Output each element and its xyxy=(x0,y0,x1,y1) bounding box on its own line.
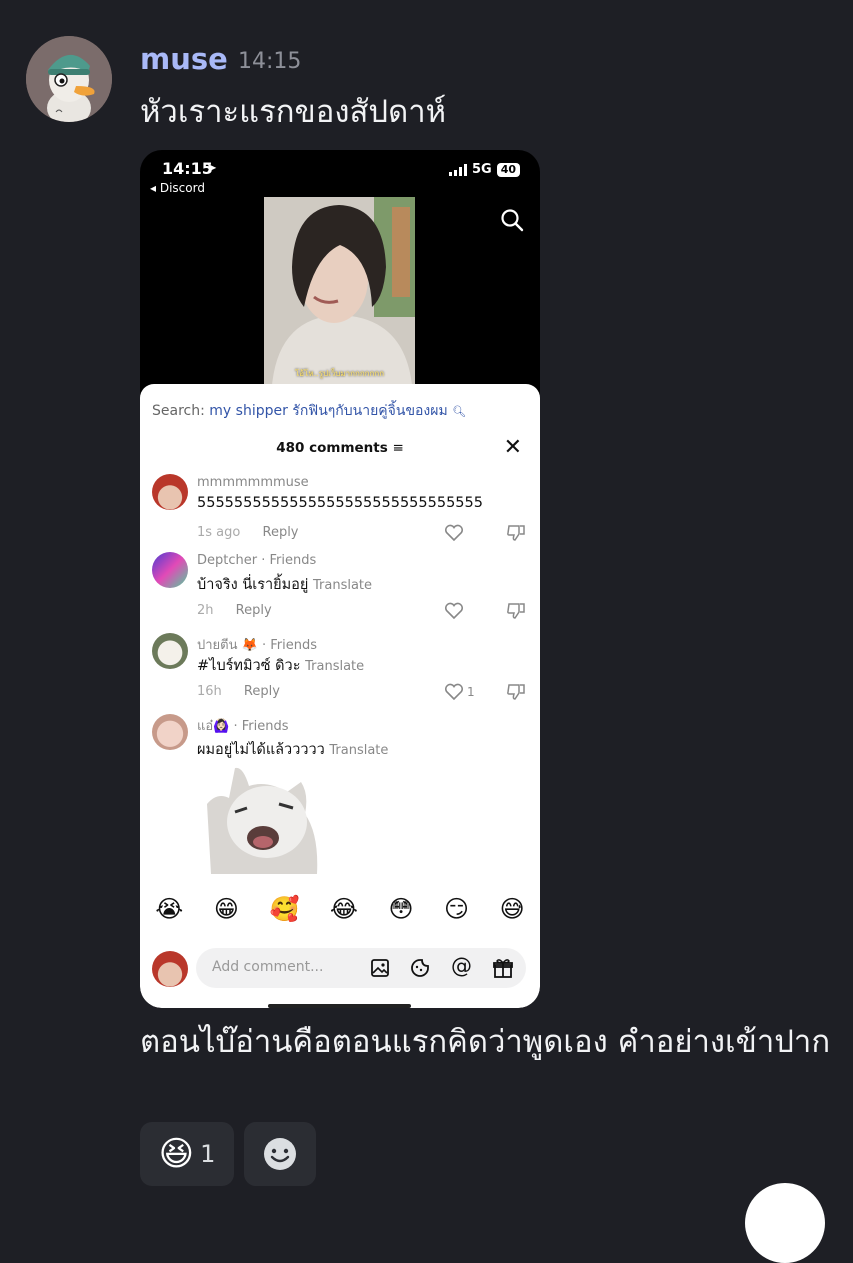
close-icon[interactable]: ✕ xyxy=(504,437,522,459)
search-label: Search: xyxy=(152,403,205,419)
heart-icon[interactable] xyxy=(444,524,464,542)
add-reaction-icon xyxy=(264,1138,296,1170)
search-suggestion[interactable]: Search: my shipper รักฟินๆกับนายคู่จิ้นข… xyxy=(152,400,466,422)
back-to-discord[interactable]: ◂ Discord xyxy=(150,181,205,195)
emoji-quick-reaction[interactable]: 😁 xyxy=(214,895,239,923)
comment-body: บ้าจริง นี่เรายิ้มอยู่ xyxy=(197,577,309,593)
comments-count: 480 comments ≡ xyxy=(140,440,540,456)
dislike-icon[interactable] xyxy=(506,524,526,542)
comment-text: บ้าจริง นี่เรายิ้มอยู่ Translate xyxy=(197,573,372,596)
commenter-name[interactable]: Deptcher · Friends xyxy=(197,553,316,568)
message-text: หัวเราะแรกของสัปดาห์ xyxy=(140,94,447,130)
my-avatar xyxy=(152,951,188,987)
reply-button[interactable]: Reply xyxy=(263,525,299,540)
user-avatar[interactable] xyxy=(26,36,112,122)
emoji-quick-reaction[interactable]: 😏 xyxy=(444,895,469,923)
emoji-quick-reaction[interactable]: 😭 xyxy=(155,895,183,923)
comment-item: ปายตีน 🦊 · Friends #ไบร์ทมิวซ์ ดิวะ Tran… xyxy=(152,633,528,703)
translate-link[interactable]: Translate xyxy=(305,659,364,674)
emoji-quick-reaction[interactable]: 😳 xyxy=(388,895,413,923)
comment-item: แอ๋🙆🏻‍♀️ · Friends ผมอยู่ไม่ได้แล้ววววว … xyxy=(152,714,528,894)
comment-text: #ไบร์ทมิวซ์ ดิวะ Translate xyxy=(197,654,364,677)
dislike-icon[interactable] xyxy=(506,683,526,701)
comments-sheet: Search: my shipper รักฟินๆกับนายคู่จิ้นข… xyxy=(140,384,540,1008)
translate-link[interactable]: Translate xyxy=(313,578,372,593)
commenter-avatar[interactable] xyxy=(152,474,188,510)
video-thumbnail[interactable]: โอ้โห..รูปเว็บมากกกกกกก xyxy=(264,197,415,385)
network-label: 5G xyxy=(471,162,492,177)
location-arrow-icon: ➤ xyxy=(206,161,217,176)
comment-sticker-image[interactable] xyxy=(197,764,321,876)
heart-icon[interactable] xyxy=(444,683,464,701)
comment-item: Deptcher · Friends บ้าจริง นี่เรายิ้มอยู… xyxy=(152,552,528,622)
comment-body: #ไบร์ทมิวซ์ ดิวะ xyxy=(197,658,301,674)
comment-meta: 2h Reply xyxy=(197,603,272,618)
comment-composer: Add comment... @ xyxy=(152,948,528,990)
reaction-laughing[interactable]: 😆 1 xyxy=(140,1122,234,1186)
commenter-name[interactable]: ปายตีน 🦊 · Friends xyxy=(197,634,317,655)
home-indicator xyxy=(268,1004,411,1008)
commenter-avatar[interactable] xyxy=(152,633,188,669)
status-indicators: 5G 40 xyxy=(448,162,520,177)
search-query[interactable]: my shipper รักฟินๆกับนายคู่จิ้นของผม xyxy=(209,403,447,419)
image-icon[interactable] xyxy=(370,958,390,978)
emoji-quick-reaction[interactable]: 😂 xyxy=(330,895,358,923)
like-count: 1 xyxy=(467,685,475,699)
comment-item: mmmmmmmuse 55555555555555555555555555555… xyxy=(152,474,528,544)
gift-icon[interactable] xyxy=(492,957,514,979)
reply-button[interactable]: Reply xyxy=(236,603,272,618)
commenter-avatar[interactable] xyxy=(152,552,188,588)
commenter-name[interactable]: mmmmmmmuse xyxy=(197,475,309,490)
reply-button[interactable]: Reply xyxy=(244,684,280,699)
comment-text: ผมอยู่ไม่ได้แล้ววววว Translate xyxy=(197,738,388,761)
message-caption: ตอนไบ๊อ่านคือตอนแรกคิดว่าพูดเอง คำอย่างเ… xyxy=(140,1024,831,1060)
video-subtitle: โอ้โห..รูปเว็บมากกกกกกก xyxy=(294,369,385,378)
comment-text: 5555555555555555555555555555555 xyxy=(197,495,483,511)
comment-body: ผมอยู่ไม่ได้แล้ววววว xyxy=(197,742,325,758)
emoji-quick-reaction[interactable]: 🥰 xyxy=(269,895,299,923)
sort-icon[interactable]: ≡ xyxy=(392,440,403,456)
comment-meta: 1s ago Reply xyxy=(197,525,299,540)
comment-time: 16h xyxy=(197,684,222,699)
comment-input[interactable]: Add comment... @ xyxy=(196,948,526,988)
add-reaction-button[interactable] xyxy=(244,1122,316,1186)
emoji-quick-reaction[interactable]: 😅 xyxy=(500,895,525,923)
search-small-icon: 🔍︎ xyxy=(452,405,467,418)
signal-icon xyxy=(448,163,467,176)
dislike-icon[interactable] xyxy=(506,602,526,620)
comment-placeholder: Add comment... xyxy=(212,959,324,975)
floating-action-button[interactable] xyxy=(745,1183,825,1263)
comment-time: 2h xyxy=(197,603,214,618)
quick-emoji-bar: 😭 😁 🥰 😂 😳 😏 😅 xyxy=(140,895,540,923)
comment-meta: 16h Reply xyxy=(197,684,280,699)
sticker-icon[interactable] xyxy=(410,958,430,978)
reaction-count: 1 xyxy=(200,1140,216,1168)
comments-count-label: 480 comments xyxy=(276,440,388,456)
commenter-name[interactable]: แอ๋🙆🏻‍♀️ · Friends xyxy=(197,715,289,736)
commenter-avatar[interactable] xyxy=(152,714,188,750)
battery-icon: 40 xyxy=(496,162,520,177)
message-timestamp: 14:15 xyxy=(238,49,302,74)
image-attachment[interactable]: 14:15 ➤ ◂ Discord 5G 40 โอ้โห..รูปเว็บมา… xyxy=(140,150,540,1008)
translate-link[interactable]: Translate xyxy=(329,743,388,758)
heart-icon[interactable] xyxy=(444,602,464,620)
comment-time: 1s ago xyxy=(197,525,241,540)
mention-icon[interactable]: @ xyxy=(451,954,472,978)
search-icon[interactable] xyxy=(500,208,524,232)
message-username[interactable]: muse xyxy=(140,42,228,76)
reaction-emoji: 😆 xyxy=(158,1134,195,1174)
